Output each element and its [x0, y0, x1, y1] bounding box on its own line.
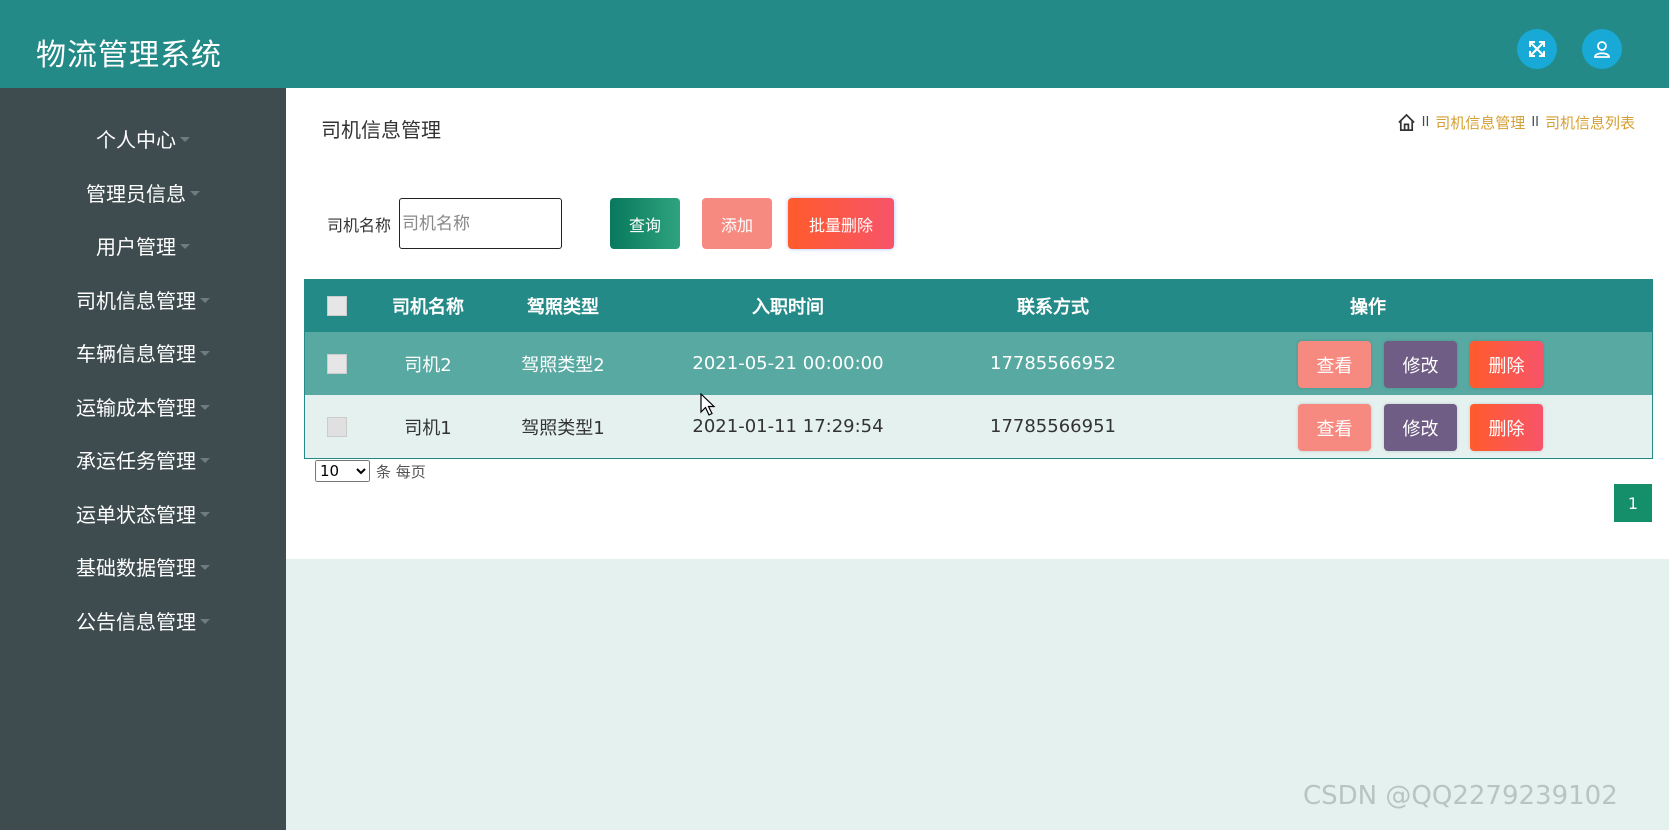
row-select-cell [305, 332, 368, 395]
row-checkbox[interactable] [326, 416, 347, 437]
sidebar-item-label: 基础数据管理 [76, 555, 196, 580]
pagination-page-button[interactable]: 1 [1614, 484, 1652, 522]
column-header-license: 驾照类型 [527, 297, 599, 318]
cell-name: 司机2 [404, 354, 452, 376]
sidebar-item-label: 公告信息管理 [76, 609, 196, 634]
watermark: CSDN @QQ2279239102 [1303, 781, 1618, 811]
breadcrumb-separator: II [1531, 115, 1539, 130]
sidebar-item-user-management[interactable]: 用户管理 [0, 225, 286, 265]
batch-delete-button[interactable]: 批量删除 [788, 198, 894, 249]
column-header-phone: 联系方式 [1017, 297, 1089, 318]
search-label: 司机名称 [327, 216, 392, 235]
row-checkbox[interactable] [326, 353, 347, 374]
sidebar-item-label: 承运任务管理 [76, 448, 196, 473]
sidebar-item-announcement[interactable]: 公告信息管理 [0, 600, 286, 640]
app-title: 物流管理系统 [36, 38, 222, 73]
sidebar-item-label: 运单状态管理 [76, 502, 196, 527]
cell-name: 司机1 [404, 417, 452, 439]
sidebar: 个人中心 管理员信息 用户管理 司机信息管理 车辆信息管理 运输成本管理 承运任… [0, 88, 286, 830]
page-size-select[interactable]: 10 [315, 460, 370, 482]
main-content: 司机信息管理 II 司机信息管理 II 司机信息列表 司机名称 查询 添加 批量… [286, 88, 1669, 559]
edit-button[interactable]: 修改 [1384, 404, 1457, 451]
table-row[interactable]: 司机1 驾照类型1 2021-01-11 17:29:54 1778556695… [305, 395, 1652, 458]
cell-phone: 17785566951 [990, 416, 1116, 437]
cell-license: 驾照类型1 [521, 417, 605, 439]
caret-down-icon [200, 565, 210, 570]
breadcrumb-item-driver-management[interactable]: 司机信息管理 [1435, 112, 1525, 133]
column-header-name: 司机名称 [392, 297, 464, 318]
sidebar-item-label: 车辆信息管理 [76, 341, 196, 366]
fullscreen-icon [1529, 41, 1545, 57]
page-size-control: 10 条 每页 [315, 460, 426, 482]
select-all-cell [305, 280, 368, 332]
sidebar-item-label: 个人中心 [96, 127, 176, 152]
row-select-cell [305, 395, 368, 458]
sidebar-item-admin-info[interactable]: 管理员信息 [0, 172, 286, 212]
caret-down-icon [200, 458, 210, 463]
sidebar-item-driver-management[interactable]: 司机信息管理 [0, 279, 286, 319]
sidebar-item-waybill-status[interactable]: 运单状态管理 [0, 493, 286, 533]
view-button[interactable]: 查看 [1298, 341, 1371, 388]
table-row[interactable]: 司机2 驾照类型2 2021-05-21 00:00:00 1778556695… [305, 332, 1652, 395]
column-header-actions: 操作 [1350, 297, 1386, 318]
mouse-cursor-icon [700, 393, 716, 416]
breadcrumb-separator: II [1421, 115, 1430, 130]
delete-button[interactable]: 删除 [1470, 341, 1543, 388]
caret-down-icon [200, 512, 210, 517]
sidebar-item-carrier-task[interactable]: 承运任务管理 [0, 439, 286, 479]
caret-down-icon [190, 191, 200, 196]
breadcrumb: II 司机信息管理 II 司机信息列表 [1397, 112, 1635, 133]
caret-down-icon [180, 244, 190, 249]
sidebar-item-label: 用户管理 [96, 234, 176, 259]
cell-license: 驾照类型2 [521, 354, 605, 376]
delete-button[interactable]: 删除 [1470, 404, 1543, 451]
cell-phone: 17785566952 [990, 353, 1116, 374]
sidebar-item-base-data[interactable]: 基础数据管理 [0, 546, 286, 586]
caret-down-icon [200, 405, 210, 410]
edit-button[interactable]: 修改 [1384, 341, 1457, 388]
select-all-checkbox[interactable] [326, 296, 347, 316]
page-title: 司机信息管理 [321, 118, 441, 142]
add-button[interactable]: 添加 [702, 198, 772, 249]
breadcrumb-item-driver-list[interactable]: 司机信息列表 [1545, 112, 1635, 133]
top-bar: 物流管理系统 [0, 0, 1669, 88]
caret-down-icon [180, 137, 190, 142]
query-button[interactable]: 查询 [610, 198, 680, 249]
user-button[interactable] [1582, 29, 1622, 69]
sidebar-item-label: 运输成本管理 [76, 395, 196, 420]
table-header: 司机名称 驾照类型 入职时间 联系方式 操作 [305, 280, 1652, 332]
fullscreen-button[interactable] [1517, 29, 1557, 69]
home-icon[interactable] [1397, 113, 1416, 132]
column-header-hire-time: 入职时间 [752, 297, 824, 318]
caret-down-icon [200, 351, 210, 356]
cell-hire-time: 2021-01-11 17:29:54 [692, 416, 884, 437]
sidebar-item-label: 管理员信息 [86, 181, 186, 206]
caret-down-icon [200, 619, 210, 624]
driver-table: 司机名称 驾照类型 入职时间 联系方式 操作 司机2 驾照类型2 2021-05… [304, 279, 1653, 459]
view-button[interactable]: 查看 [1298, 404, 1371, 451]
cell-hire-time: 2021-05-21 00:00:00 [692, 353, 884, 374]
driver-name-search-input[interactable] [399, 198, 562, 249]
sidebar-item-vehicle-management[interactable]: 车辆信息管理 [0, 332, 286, 372]
sidebar-item-label: 司机信息管理 [76, 288, 196, 313]
sidebar-item-transport-cost[interactable]: 运输成本管理 [0, 386, 286, 426]
page-size-suffix: 条 每页 [376, 462, 426, 481]
sidebar-item-personal-center[interactable]: 个人中心 [0, 118, 286, 158]
user-icon [1594, 41, 1610, 58]
caret-down-icon [200, 298, 210, 303]
